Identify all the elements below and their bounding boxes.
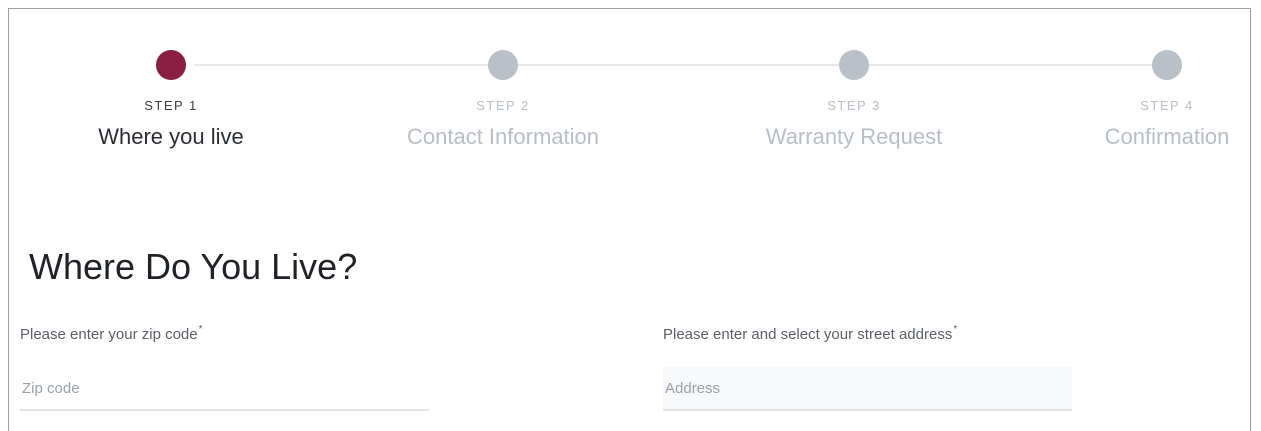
step-2-title[interactable]: Contact Information [353, 124, 653, 150]
address-required-mark: * [953, 324, 958, 335]
step-1-title[interactable]: Where you live [21, 124, 321, 150]
step-4-indicator[interactable] [1152, 50, 1182, 80]
zip-label-text: Please enter your zip code [20, 326, 198, 343]
address-label-text: Please enter and select your street addr… [663, 326, 953, 343]
step-3-indicator[interactable] [839, 50, 869, 80]
step-3-title[interactable]: Warranty Request [704, 124, 1004, 150]
zip-required-mark: * [198, 324, 203, 335]
zip-label: Please enter your zip code* [20, 324, 203, 343]
street-address-input[interactable] [663, 367, 1072, 411]
step-2-number: STEP 2 [476, 98, 530, 113]
page-title: Where Do You Live? [29, 246, 358, 287]
step-3-number: STEP 3 [827, 98, 881, 113]
form-frame: STEP 1 Where you live STEP 2 Contact Inf… [8, 8, 1251, 431]
address-label: Please enter and select your street addr… [663, 324, 958, 343]
zip-code-input[interactable] [20, 367, 429, 411]
step-1-indicator[interactable] [156, 50, 186, 80]
step-4-number: STEP 4 [1140, 98, 1194, 113]
step-1-number: STEP 1 [144, 98, 198, 113]
step-2-indicator[interactable] [488, 50, 518, 80]
stepper-track [194, 64, 1174, 66]
step-4-title[interactable]: Confirmation [1017, 124, 1261, 150]
